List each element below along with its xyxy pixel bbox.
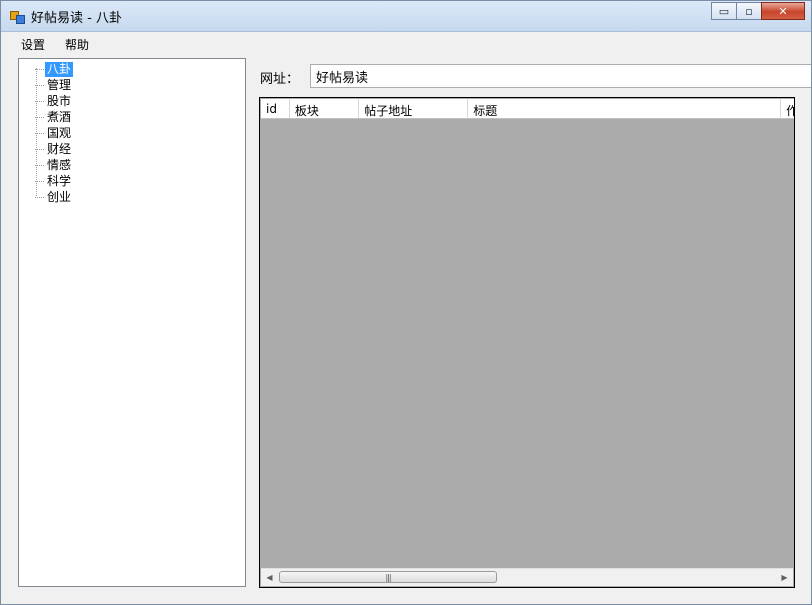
tree-item-bagua[interactable]: 八卦	[35, 61, 74, 77]
tree-item-kexue[interactable]: 科学	[35, 173, 73, 189]
close-button[interactable]: ✕	[761, 2, 805, 20]
tree-item-guoguan[interactable]: 国观	[35, 125, 73, 141]
tree-item-label: 创业	[47, 189, 72, 204]
column-header-section[interactable]: 板块	[290, 99, 360, 118]
horizontal-scrollbar[interactable]: ◀ ||| ▶	[261, 568, 793, 586]
tree-item-zhujiu[interactable]: 煮酒	[35, 109, 73, 125]
tree-item-label: 管理	[47, 77, 72, 92]
maximize-button[interactable]: ▫	[736, 2, 762, 20]
app-window: 好帖易读 - 八卦 ▭ ▫ ✕ 设置 帮助 八卦 管理 股市 煮酒 国观 财经 …	[0, 0, 812, 605]
window-title: 好帖易读 - 八卦	[31, 11, 122, 26]
column-header-author[interactable]: 作	[781, 99, 794, 118]
url-input[interactable]	[310, 64, 811, 88]
tree-item-guanli[interactable]: 管理	[35, 77, 73, 93]
tree-item-qinggan[interactable]: 情感	[35, 157, 73, 173]
tree-item-label: 煮酒	[47, 109, 72, 124]
category-tree[interactable]: 八卦 管理 股市 煮酒 国观 财经 情感 科学 创业	[18, 58, 246, 587]
grid-header: id 板块 帖子地址 标题 作	[261, 99, 794, 119]
maximize-icon: ▫	[745, 4, 753, 18]
close-icon: ✕	[778, 4, 788, 18]
column-header-post-url[interactable]: 帖子地址	[359, 99, 469, 118]
window-background-strip	[795, 97, 811, 588]
menu-settings[interactable]: 设置	[21, 36, 45, 53]
tree-item-caijing[interactable]: 财经	[35, 141, 73, 157]
column-header-id[interactable]: id	[261, 99, 290, 118]
tree-item-label: 八卦	[45, 61, 74, 77]
scroll-thumb[interactable]: |||	[279, 571, 497, 583]
tree-item-label: 情感	[47, 157, 72, 172]
minimize-icon: ▭	[718, 4, 730, 18]
tree-item-chuangye[interactable]: 创业	[35, 189, 73, 205]
menu-bar: 设置 帮助	[1, 32, 811, 54]
title-bar[interactable]: 好帖易读 - 八卦 ▭ ▫ ✕	[1, 1, 811, 32]
minimize-button[interactable]: ▭	[711, 2, 737, 20]
tree-item-label: 股市	[47, 93, 72, 108]
menu-help[interactable]: 帮助	[65, 36, 89, 53]
tree-item-label: 财经	[47, 141, 72, 156]
scroll-right-icon[interactable]: ▶	[776, 569, 793, 586]
scroll-left-icon[interactable]: ◀	[261, 569, 278, 586]
window-controls: ▭ ▫ ✕	[711, 2, 805, 22]
tree-item-label: 国观	[47, 125, 72, 140]
tree-item-label: 科学	[47, 173, 72, 188]
scroll-grip-icon: |||	[385, 572, 391, 582]
post-grid[interactable]: id 板块 帖子地址 标题 作 ◀ ||| ▶	[259, 97, 795, 588]
url-label: 网址：	[260, 72, 300, 87]
app-icon[interactable]	[10, 9, 25, 24]
tree-item-gushi[interactable]: 股市	[35, 93, 73, 109]
column-header-title[interactable]: 标题	[468, 99, 782, 118]
